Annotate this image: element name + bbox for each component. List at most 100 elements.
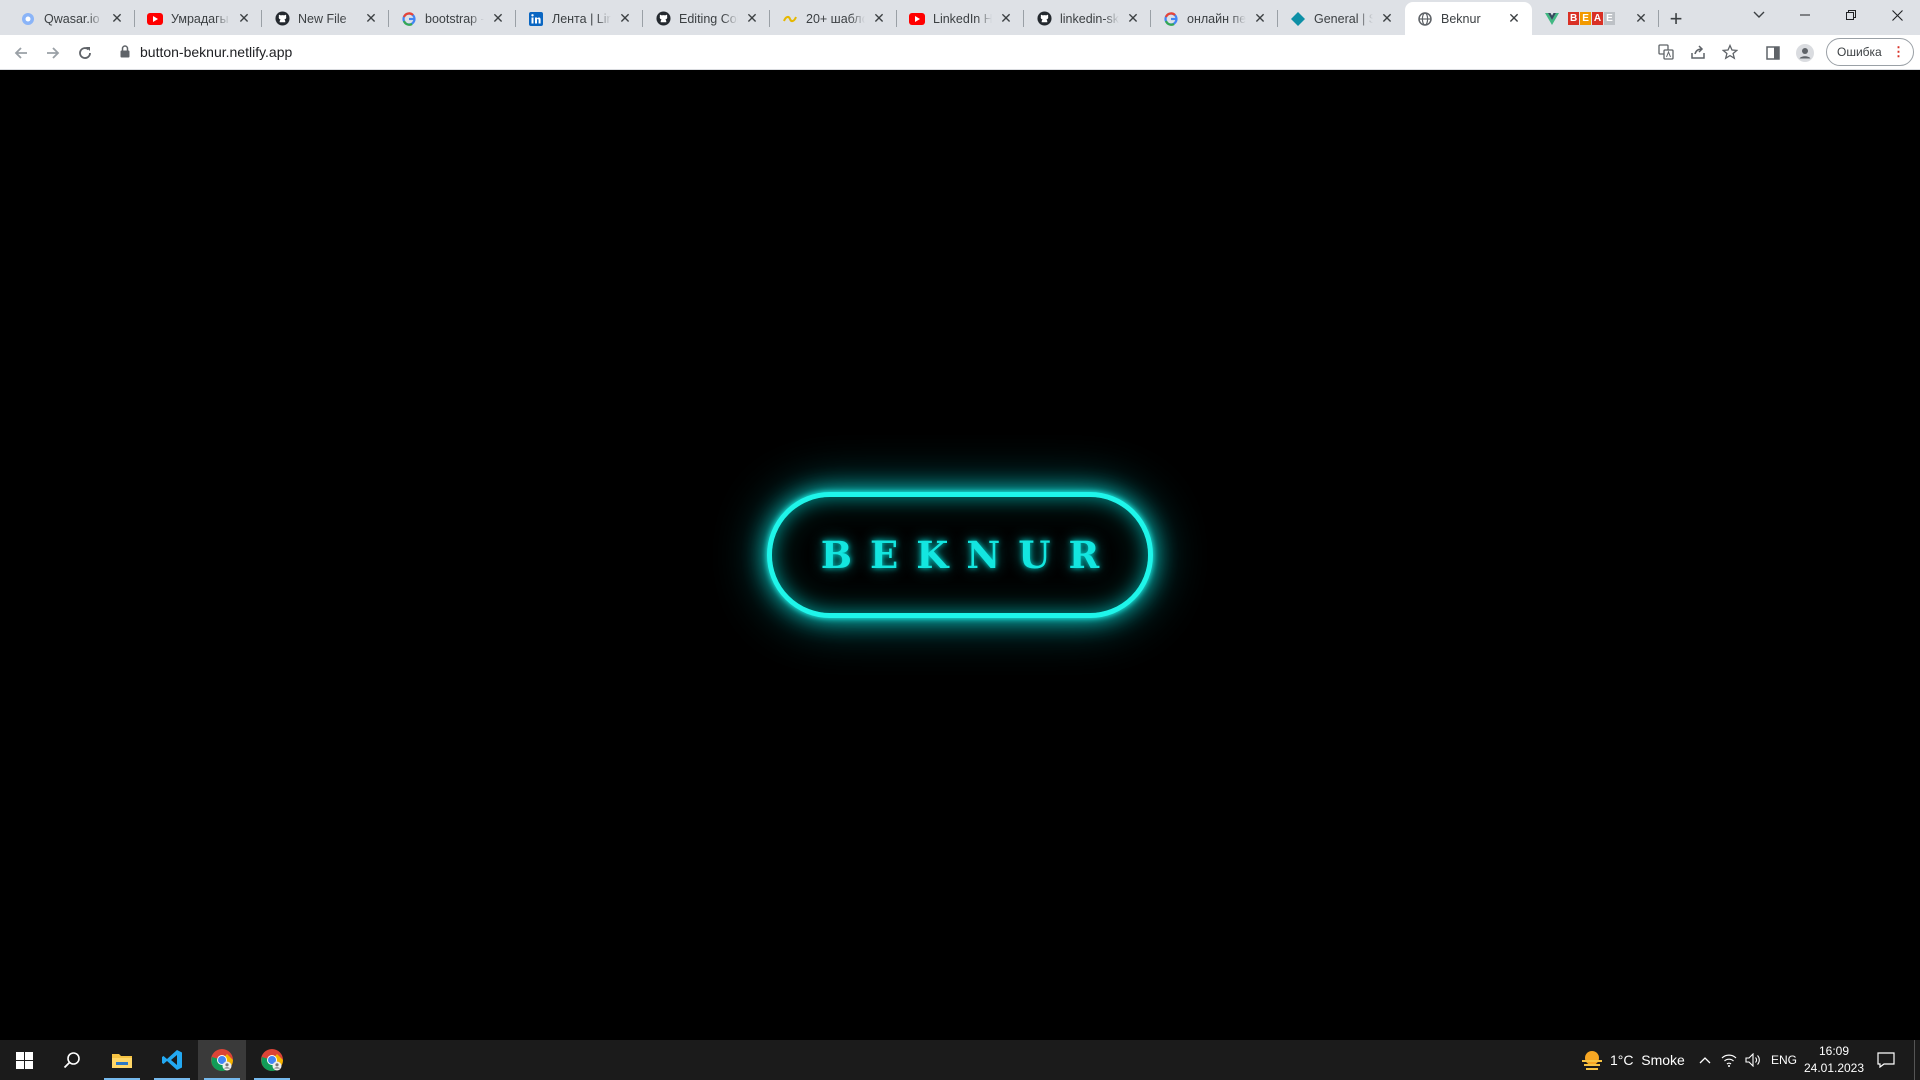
- close-icon[interactable]: ✕: [744, 10, 760, 27]
- forward-button[interactable]: [39, 39, 67, 67]
- tab-vue[interactable]: B E A E ✕: [1532, 2, 1659, 35]
- tab-title: Editing Col: [679, 11, 738, 26]
- taskbar-file-explorer[interactable]: [98, 1040, 146, 1080]
- close-icon: [1891, 9, 1903, 21]
- weather-widget[interactable]: 1°C Smoke: [1574, 1040, 1694, 1080]
- tab-beknur[interactable]: Beknur ✕: [1405, 2, 1532, 35]
- close-icon[interactable]: ✕: [1506, 10, 1522, 27]
- neon-beknur-button[interactable]: BEKNUR: [767, 492, 1153, 618]
- tab-linkedin-feed[interactable]: Лента | Link ✕: [516, 2, 643, 35]
- google-icon: [401, 11, 417, 27]
- close-icon[interactable]: ✕: [1633, 10, 1649, 27]
- search-icon: [63, 1052, 80, 1069]
- tab-title: Лента | Link: [552, 11, 611, 26]
- avatar-icon: [1796, 44, 1814, 62]
- tab-github-linkedin[interactable]: linkedin-sk ✕: [1024, 2, 1151, 35]
- arrow-right-icon: [47, 47, 60, 59]
- share-button[interactable]: [1684, 38, 1712, 66]
- badge-letter: A: [1591, 12, 1604, 25]
- tab-title: Qwasar.io -: [44, 11, 103, 26]
- windows-taskbar: 1°C Smoke ENG 16:09 24.01.2023: [0, 1040, 1920, 1080]
- close-icon[interactable]: ✕: [617, 10, 633, 27]
- tab-title: General | Sl: [1314, 11, 1373, 26]
- minimize-button[interactable]: [1782, 0, 1828, 30]
- taskbar-vscode[interactable]: [148, 1040, 196, 1080]
- weather-text: 1°C Smoke: [1610, 1052, 1685, 1068]
- show-desktop-button[interactable]: [1914, 1040, 1920, 1080]
- neon-button-label: BEKNUR: [820, 533, 1118, 577]
- tab-title: 20+ шабло: [806, 11, 865, 26]
- notifications-button[interactable]: [1866, 1040, 1906, 1080]
- bookmark-button[interactable]: [1716, 38, 1744, 66]
- github-icon: [1036, 11, 1052, 27]
- clock-date: 24.01.2023: [1803, 1061, 1865, 1075]
- tab-google-bootstrap[interactable]: bootstrap - ✕: [389, 2, 516, 35]
- taskbar-chrome-1[interactable]: [198, 1040, 246, 1080]
- tab-github-editing[interactable]: Editing Col ✕: [643, 2, 770, 35]
- restore-button[interactable]: [1828, 0, 1874, 30]
- linkedin-icon: [528, 11, 544, 27]
- windows-icon: [15, 1051, 33, 1069]
- profile-avatar-button[interactable]: [1791, 39, 1819, 67]
- speaker-icon: [1745, 1053, 1760, 1067]
- browser-toolbar: button-beknur.netlify.app Ошибка ⋮: [0, 35, 1920, 70]
- volume-button[interactable]: [1741, 1040, 1765, 1080]
- taskbar-search-button[interactable]: [48, 1040, 96, 1080]
- badge-letter: E: [1580, 12, 1591, 25]
- tab-youtube-2[interactable]: LinkedIn HT ✕: [897, 2, 1024, 35]
- taskbar-chrome-2[interactable]: [248, 1040, 296, 1080]
- tab-list: Qwasar.io - ✕ Умрадагы ✕ New File ✕ boot…: [8, 2, 1659, 35]
- tray-overflow-button[interactable]: [1693, 1040, 1717, 1080]
- close-icon[interactable]: ✕: [871, 10, 887, 27]
- close-window-button[interactable]: [1874, 0, 1920, 30]
- vue-icon: [1544, 11, 1560, 27]
- close-icon[interactable]: ✕: [236, 10, 252, 27]
- notification-icon: [1877, 1052, 1895, 1068]
- vscode-icon: [162, 1050, 182, 1070]
- tab-google-translate[interactable]: онлайн пер ✕: [1151, 2, 1278, 35]
- tab-search-button[interactable]: [1744, 0, 1774, 30]
- new-tab-button[interactable]: +: [1662, 5, 1690, 33]
- star-icon: [1722, 44, 1738, 60]
- badge-letter: E: [1604, 12, 1615, 25]
- tab-title: Beknur: [1441, 11, 1481, 26]
- network-button[interactable]: [1717, 1040, 1741, 1080]
- close-icon[interactable]: ✕: [998, 10, 1014, 27]
- language-indicator[interactable]: ENG: [1771, 1053, 1797, 1067]
- close-icon[interactable]: ✕: [1379, 10, 1395, 27]
- tab-general[interactable]: General | Sl ✕: [1278, 2, 1405, 35]
- close-icon[interactable]: ✕: [1252, 10, 1268, 27]
- close-icon[interactable]: ✕: [490, 10, 506, 27]
- address-text: button-beknur.netlify.app: [140, 44, 293, 60]
- tab-templates[interactable]: 20+ шабло ✕: [770, 2, 897, 35]
- qwasar-icon: [20, 11, 36, 27]
- tab-title: Умрадагы: [171, 11, 229, 26]
- close-icon[interactable]: ✕: [109, 10, 125, 27]
- close-icon[interactable]: ✕: [363, 10, 379, 27]
- tab-youtube-1[interactable]: Умрадагы ✕: [135, 2, 262, 35]
- side-panel-button[interactable]: [1759, 39, 1787, 67]
- tab-title: linkedin-sk: [1060, 11, 1119, 26]
- back-button[interactable]: [7, 39, 35, 67]
- tab-title: LinkedIn HT: [933, 11, 992, 26]
- weather-sun-icon: [1582, 1051, 1602, 1070]
- profile-error-button[interactable]: Ошибка ⋮: [1826, 38, 1914, 66]
- chrome-icon: [211, 1049, 233, 1071]
- folder-icon: [112, 1054, 132, 1068]
- system-clock[interactable]: 16:09 24.01.2023: [1800, 1043, 1868, 1077]
- more-menu-icon[interactable]: ⋮: [1892, 45, 1905, 59]
- github-icon: [274, 11, 290, 27]
- tab-title: онлайн пер: [1187, 11, 1246, 26]
- close-icon[interactable]: ✕: [1125, 10, 1141, 27]
- address-bar[interactable]: button-beknur.netlify.app: [108, 38, 1900, 66]
- start-button[interactable]: [0, 1040, 48, 1080]
- chevron-up-icon: [1699, 1057, 1711, 1064]
- tab-github-newfile[interactable]: New File ✕: [262, 2, 389, 35]
- youtube-icon: [147, 11, 163, 27]
- tab-qwasar[interactable]: Qwasar.io - ✕: [8, 2, 135, 35]
- translate-button[interactable]: [1652, 38, 1680, 66]
- translate-icon: [1658, 44, 1674, 60]
- reload-button[interactable]: [71, 39, 99, 67]
- chevron-down-icon: [1753, 11, 1765, 18]
- tab-badge-strip: B E A E: [1568, 12, 1627, 25]
